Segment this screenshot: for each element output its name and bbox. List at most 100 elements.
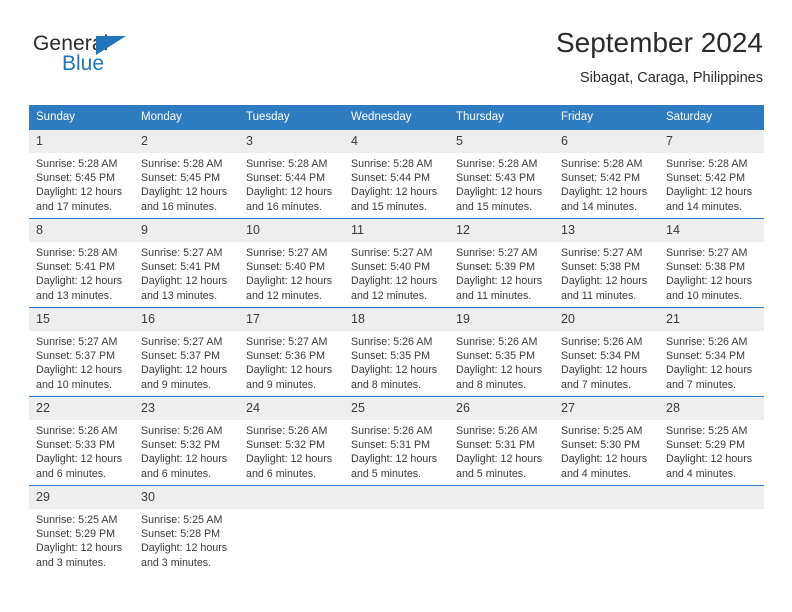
daylight-text-line1: Daylight: 12 hours: [456, 364, 543, 377]
sunset-text: Sunset: 5:31 PM: [351, 439, 431, 452]
general-blue-logo[interactable]: General Blue: [33, 32, 213, 82]
calendar-day-cell[interactable]: 29 Sunrise: 5:25 AM Sunset: 5:29 PM Dayligh…: [29, 485, 134, 575]
calendar-day-cell[interactable]: [344, 485, 449, 575]
calendar-day-cell[interactable]: 19 Sunrise: 5:26 AM Sunset: 5:35 PM Dayligh…: [449, 307, 554, 397]
calendar-day-cell[interactable]: 12 Sunrise: 5:27 AM Sunset: 5:39 PM Dayligh…: [449, 218, 554, 308]
calendar-day-cell[interactable]: [554, 485, 659, 575]
calendar-day-cell[interactable]: 3 Sunrise: 5:28 AM Sunset: 5:44 PM Daylight…: [239, 129, 344, 219]
daylight-text-line2: and 3 minutes.: [141, 556, 212, 569]
day-details: Sunrise: 5:26 AM Sunset: 5:32 PM Daylight:…: [134, 420, 239, 481]
day-details: [449, 509, 554, 513]
daylight-text-line1: Daylight: 12 hours: [246, 364, 333, 377]
sunset-text: Sunset: 5:32 PM: [141, 439, 221, 452]
sunrise-text: Sunrise: 5:26 AM: [456, 336, 538, 348]
day-number: 30: [134, 486, 239, 509]
calendar-day-cell[interactable]: 21 Sunrise: 5:26 AM Sunset: 5:34 PM Dayligh…: [659, 307, 764, 397]
weekday-header-thursday: Thursday: [449, 105, 554, 130]
calendar-day-cell[interactable]: 22 Sunrise: 5:26 AM Sunset: 5:33 PM Dayligh…: [29, 396, 134, 486]
daylight-text-line1: Daylight: 12 hours: [666, 275, 753, 288]
sunrise-text: Sunrise: 5:28 AM: [666, 158, 748, 170]
calendar-day-cell[interactable]: 14 Sunrise: 5:27 AM Sunset: 5:38 PM Dayligh…: [659, 218, 764, 308]
sunset-text: Sunset: 5:30 PM: [561, 439, 641, 452]
calendar-day-cell[interactable]: 16 Sunrise: 5:27 AM Sunset: 5:37 PM Dayligh…: [134, 307, 239, 397]
calendar-day-cell[interactable]: 1 Sunrise: 5:28 AM Sunset: 5:45 PM Daylight…: [29, 129, 134, 219]
day-details: Sunrise: 5:27 AM Sunset: 5:38 PM Daylight:…: [659, 242, 764, 303]
day-number: 1: [29, 130, 134, 153]
sunset-text: Sunset: 5:41 PM: [36, 261, 116, 274]
day-details: Sunrise: 5:28 AM Sunset: 5:44 PM Daylight:…: [344, 153, 449, 214]
calendar-day-cell[interactable]: 9 Sunrise: 5:27 AM Sunset: 5:41 PM Daylight…: [134, 218, 239, 308]
daylight-text-line2: and 16 minutes.: [141, 200, 218, 213]
weekday-header-monday: Monday: [134, 105, 239, 130]
daylight-text-line1: Daylight: 12 hours: [36, 542, 123, 555]
calendar-day-cell[interactable]: 7 Sunrise: 5:28 AM Sunset: 5:42 PM Daylight…: [659, 129, 764, 219]
calendar-day-cell[interactable]: 4 Sunrise: 5:28 AM Sunset: 5:44 PM Daylight…: [344, 129, 449, 219]
sunset-text: Sunset: 5:43 PM: [456, 172, 536, 185]
calendar-day-cell[interactable]: 2 Sunrise: 5:28 AM Sunset: 5:45 PM Daylight…: [134, 129, 239, 219]
sunrise-text: Sunrise: 5:27 AM: [351, 247, 433, 259]
day-details: Sunrise: 5:26 AM Sunset: 5:31 PM Daylight:…: [344, 420, 449, 481]
calendar-day-cell[interactable]: 24 Sunrise: 5:26 AM Sunset: 5:32 PM Dayligh…: [239, 396, 344, 486]
daylight-text-line2: and 4 minutes.: [561, 467, 632, 480]
sunrise-text: Sunrise: 5:27 AM: [141, 247, 223, 259]
calendar-day-cell[interactable]: 20 Sunrise: 5:26 AM Sunset: 5:34 PM Dayligh…: [554, 307, 659, 397]
day-number: 14: [659, 219, 764, 242]
day-number: 16: [134, 308, 239, 331]
sunset-text: Sunset: 5:29 PM: [36, 528, 116, 541]
day-details: Sunrise: 5:27 AM Sunset: 5:40 PM Daylight:…: [344, 242, 449, 303]
calendar-day-cell[interactable]: 18 Sunrise: 5:26 AM Sunset: 5:35 PM Dayligh…: [344, 307, 449, 397]
calendar-day-cell[interactable]: 5 Sunrise: 5:28 AM Sunset: 5:43 PM Daylight…: [449, 129, 554, 219]
calendar-day-cell[interactable]: 23 Sunrise: 5:26 AM Sunset: 5:32 PM Dayligh…: [134, 396, 239, 486]
day-number: 28: [659, 397, 764, 420]
daylight-text-line1: Daylight: 12 hours: [36, 186, 123, 199]
day-number: 15: [29, 308, 134, 331]
daylight-text-line2: and 15 minutes.: [456, 200, 533, 213]
daylight-text-line2: and 5 minutes.: [351, 467, 422, 480]
sunset-text: Sunset: 5:33 PM: [36, 439, 116, 452]
calendar-header-row: Sunday Monday Tuesday Wednesday Thursday…: [29, 105, 764, 130]
sunset-text: Sunset: 5:45 PM: [141, 172, 221, 185]
calendar-day-cell[interactable]: 11 Sunrise: 5:27 AM Sunset: 5:40 PM Dayligh…: [344, 218, 449, 308]
calendar-day-cell[interactable]: 30 Sunrise: 5:25 AM Sunset: 5:28 PM Dayligh…: [134, 485, 239, 575]
sunset-text: Sunset: 5:37 PM: [141, 350, 221, 363]
calendar-day-cell[interactable]: 26 Sunrise: 5:26 AM Sunset: 5:31 PM Dayligh…: [449, 396, 554, 486]
daylight-text-line2: and 15 minutes.: [351, 200, 428, 213]
calendar-day-cell[interactable]: 15 Sunrise: 5:27 AM Sunset: 5:37 PM Dayligh…: [29, 307, 134, 397]
daylight-text-line2: and 16 minutes.: [246, 200, 323, 213]
calendar-day-cell[interactable]: 25 Sunrise: 5:26 AM Sunset: 5:31 PM Dayligh…: [344, 396, 449, 486]
calendar-day-cell[interactable]: [659, 485, 764, 575]
sunset-text: Sunset: 5:29 PM: [666, 439, 746, 452]
daylight-text-line2: and 9 minutes.: [246, 378, 317, 391]
day-number: 2: [134, 130, 239, 153]
weekday-header-saturday: Saturday: [659, 105, 764, 130]
daylight-text-line1: Daylight: 12 hours: [351, 275, 438, 288]
calendar-body: 1 Sunrise: 5:28 AM Sunset: 5:45 PM Daylight…: [29, 129, 764, 575]
daylight-text-line1: Daylight: 12 hours: [141, 453, 228, 466]
calendar-table: Sunday Monday Tuesday Wednesday Thursday…: [29, 105, 764, 575]
calendar-day-cell[interactable]: [449, 485, 554, 575]
calendar-day-cell[interactable]: 27 Sunrise: 5:25 AM Sunset: 5:30 PM Dayligh…: [554, 396, 659, 486]
sunset-text: Sunset: 5:35 PM: [456, 350, 536, 363]
calendar-day-cell[interactable]: 13 Sunrise: 5:27 AM Sunset: 5:38 PM Dayligh…: [554, 218, 659, 308]
daylight-text-line2: and 7 minutes.: [561, 378, 632, 391]
daylight-text-line1: Daylight: 12 hours: [561, 186, 648, 199]
calendar-day-cell[interactable]: 17 Sunrise: 5:27 AM Sunset: 5:36 PM Dayligh…: [239, 307, 344, 397]
calendar-day-cell[interactable]: [239, 485, 344, 575]
calendar-week-row: 1 Sunrise: 5:28 AM Sunset: 5:45 PM Daylight…: [29, 129, 764, 219]
sunrise-text: Sunrise: 5:27 AM: [561, 247, 643, 259]
sunset-text: Sunset: 5:44 PM: [351, 172, 431, 185]
daylight-text-line2: and 4 minutes.: [666, 467, 737, 480]
calendar-day-cell[interactable]: 6 Sunrise: 5:28 AM Sunset: 5:42 PM Daylight…: [554, 129, 659, 219]
calendar-day-cell[interactable]: 28 Sunrise: 5:25 AM Sunset: 5:29 PM Dayligh…: [659, 396, 764, 486]
daylight-text-line1: Daylight: 12 hours: [246, 275, 333, 288]
day-details: Sunrise: 5:27 AM Sunset: 5:39 PM Daylight:…: [449, 242, 554, 303]
sunset-text: Sunset: 5:45 PM: [36, 172, 116, 185]
calendar-day-cell[interactable]: 8 Sunrise: 5:28 AM Sunset: 5:41 PM Daylight…: [29, 218, 134, 308]
day-number: 10: [239, 219, 344, 242]
day-details: Sunrise: 5:26 AM Sunset: 5:33 PM Daylight:…: [29, 420, 134, 481]
calendar-day-cell[interactable]: 10 Sunrise: 5:27 AM Sunset: 5:40 PM Dayligh…: [239, 218, 344, 308]
calendar-page: General Blue September 2024 Sibagat, Car…: [0, 0, 792, 612]
sunrise-text: Sunrise: 5:27 AM: [456, 247, 538, 259]
daylight-text-line1: Daylight: 12 hours: [141, 542, 228, 555]
day-number: 13: [554, 219, 659, 242]
